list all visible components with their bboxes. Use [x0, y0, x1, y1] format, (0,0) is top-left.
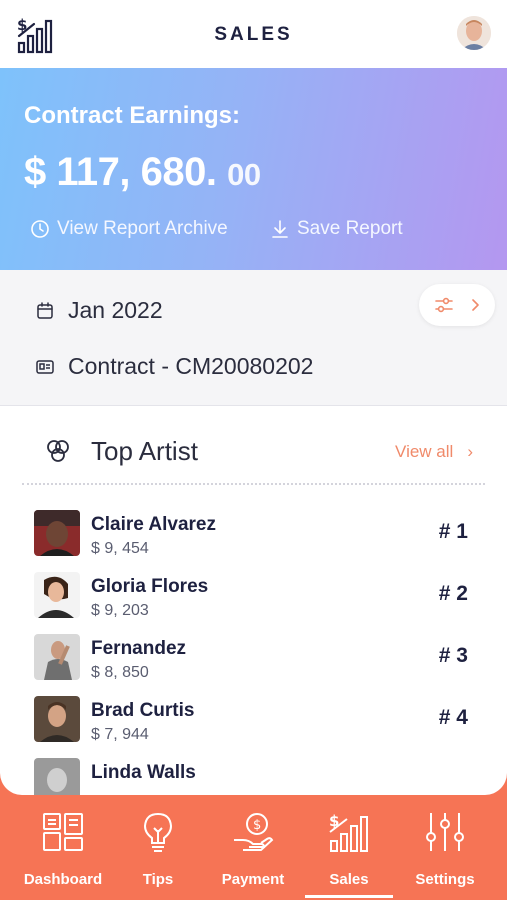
earnings-banner: Contract Earnings: $ 117, 680. 00 View R…: [0, 68, 507, 270]
svg-text:$: $: [329, 812, 339, 830]
nav-label: Sales: [329, 871, 369, 888]
earnings-amount-main: $ 117, 680.: [24, 150, 217, 194]
artist-list-item[interactable]: Gloria Flores $ 9, 203 # 2: [34, 572, 474, 622]
artist-earnings: $ 9, 203: [91, 602, 149, 619]
date-filter[interactable]: Jan 2022: [36, 297, 163, 324]
chevron-right-icon: [471, 299, 479, 311]
view-all-label: View all: [395, 442, 454, 461]
nav-label: Settings: [415, 871, 475, 888]
nav-label: Dashboard: [23, 871, 103, 888]
view-report-archive-button[interactable]: View Report Archive: [30, 218, 228, 240]
save-report-button[interactable]: Save Report: [270, 218, 403, 240]
app-header: $ SALES: [0, 0, 507, 68]
report-filters: Jan 2022 Contract - CM20080202: [0, 270, 507, 406]
contract-filter[interactable]: Contract - CM20080202: [36, 353, 313, 380]
earnings-amount-cents: 00: [227, 157, 261, 192]
artist-name: Claire Alvarez: [91, 514, 216, 535]
chevron-right-icon: ›: [467, 442, 473, 461]
artist-rank: # 4: [438, 706, 468, 729]
sales-chart-icon: $: [329, 812, 368, 852]
settings-sliders-icon: [426, 813, 464, 851]
nav-item-payment[interactable]: $ Payment: [203, 810, 303, 888]
lightbulb-icon: [143, 812, 173, 852]
filter-options-button[interactable]: [419, 284, 495, 326]
artist-name: Fernandez: [91, 638, 187, 659]
contract-filter-value: Contract - CM20080202: [68, 353, 314, 379]
active-tab-indicator: [305, 895, 393, 898]
view-all-link[interactable]: View all ›: [395, 442, 473, 462]
artist-photo: [34, 634, 80, 680]
nav-item-sales[interactable]: $ Sales: [299, 810, 399, 888]
calendar-icon: [37, 301, 53, 319]
payment-icon: $: [234, 813, 274, 851]
artist-earnings: $ 7, 944: [91, 726, 149, 743]
section-title: Top Artist: [91, 436, 198, 466]
nav-item-tips[interactable]: Tips: [108, 810, 208, 888]
artist-name: Linda Walls: [91, 762, 196, 783]
artist-list-item[interactable]: Claire Alvarez $ 9, 454 # 1: [34, 510, 474, 560]
artist-earnings: $ 9, 454: [91, 540, 149, 557]
artist-rank: # 3: [438, 644, 468, 667]
date-filter-value: Jan 2022: [68, 297, 163, 323]
view-report-archive-label: View Report Archive: [57, 218, 228, 239]
artist-list-item[interactable]: Brad Curtis $ 7, 944 # 4: [34, 696, 474, 746]
artist-name: Brad Curtis: [91, 700, 195, 721]
earnings-amount: $ 117, 680. 00: [24, 150, 261, 195]
artist-rank: # 2: [438, 582, 468, 605]
artist-photo: [34, 510, 80, 556]
artist-list-item[interactable]: Fernandez $ 8, 850 # 3: [34, 634, 474, 684]
artist-list-item[interactable]: Linda Walls: [34, 758, 474, 795]
section-divider: [22, 483, 485, 485]
earnings-label: Contract Earnings:: [24, 102, 241, 129]
artist-photo: [34, 572, 80, 618]
artist-group-icon: [47, 440, 69, 462]
svg-text:$: $: [253, 818, 261, 833]
id-card-icon: [36, 359, 54, 374]
nav-item-settings[interactable]: Settings: [395, 810, 495, 888]
sliders-icon: [434, 297, 453, 313]
top-artist-section: Top Artist View all › Claire Alvarez $ 9…: [0, 407, 507, 795]
clock-icon: [31, 220, 49, 238]
artist-photo: [34, 758, 80, 795]
save-report-label: Save Report: [297, 218, 403, 239]
nav-item-dashboard[interactable]: Dashboard: [13, 810, 113, 888]
nav-label: Payment: [221, 871, 285, 888]
nav-label: Tips: [142, 871, 174, 888]
artist-name: Gloria Flores: [91, 576, 209, 597]
artist-earnings: $ 8, 850: [91, 664, 149, 681]
artist-rank: # 1: [438, 520, 468, 543]
page-title: SALES: [214, 24, 293, 45]
artist-photo: [34, 696, 80, 742]
download-icon: [272, 220, 288, 238]
user-avatar[interactable]: [457, 16, 491, 50]
dashboard-icon: [43, 813, 83, 851]
